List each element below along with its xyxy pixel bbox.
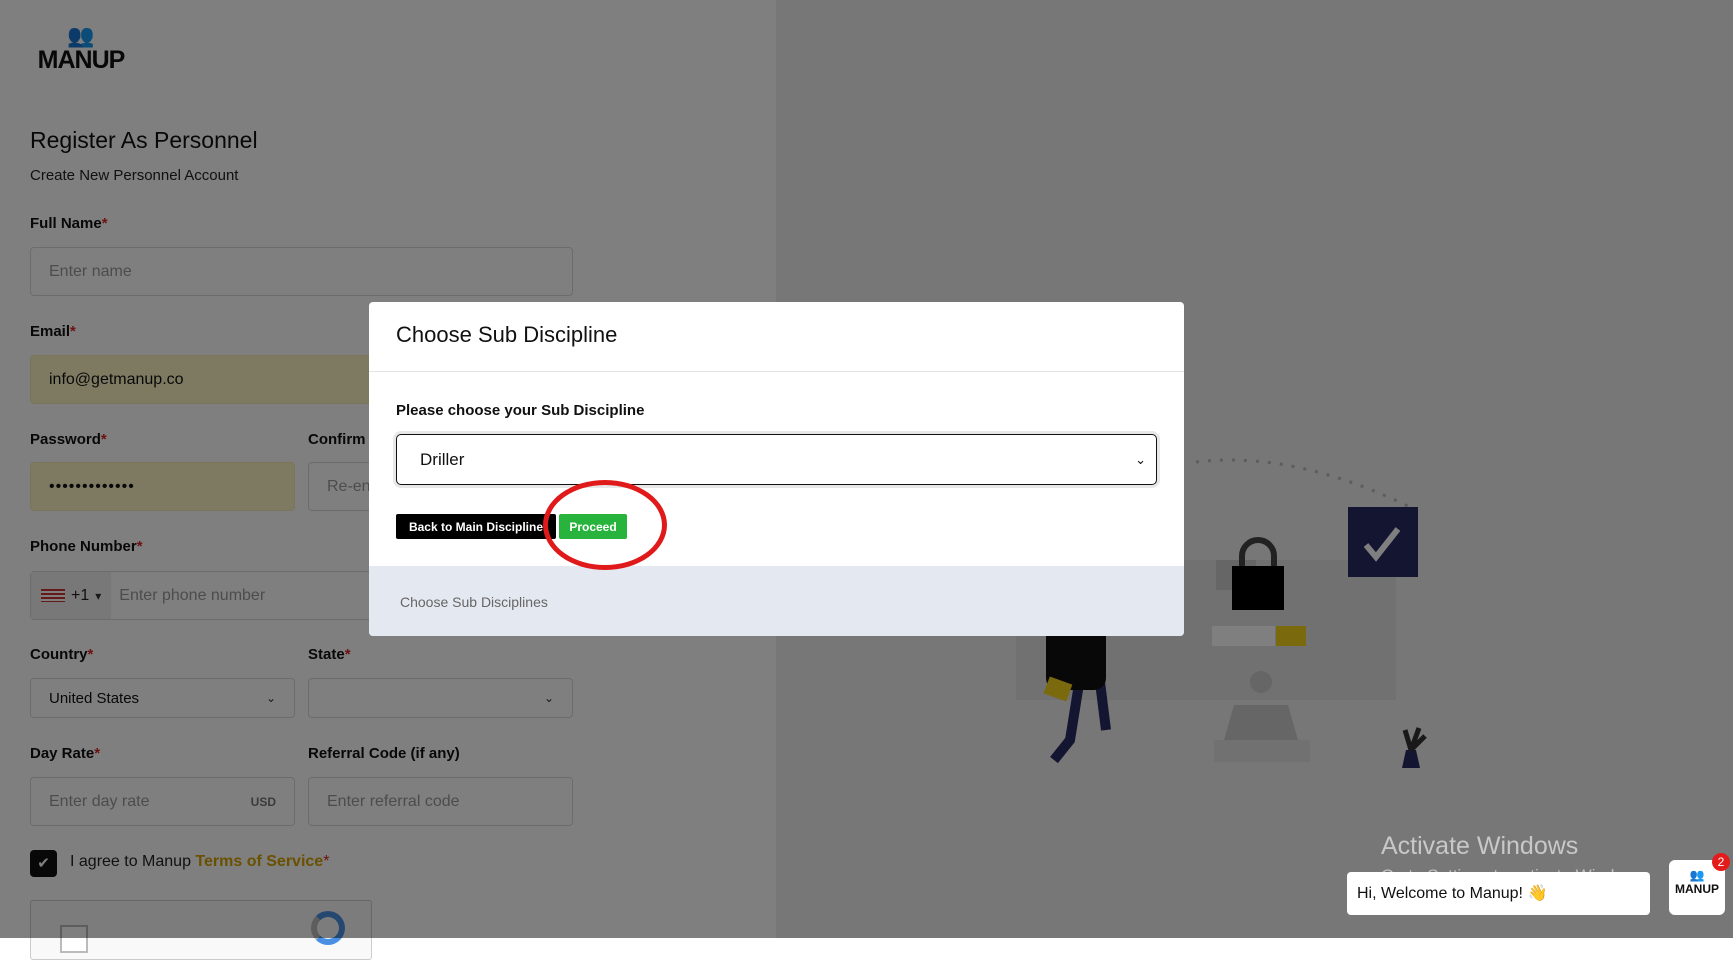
sub-discipline-select[interactable]: Driller ⌄ [396, 434, 1157, 485]
sub-discipline-label: Please choose your Sub Discipline [396, 402, 645, 419]
chat-welcome-bubble[interactable]: Hi, Welcome to Manup! 👋 [1347, 872, 1650, 915]
chevron-down-icon: ⌄ [1135, 451, 1146, 467]
activate-windows-title: Activate Windows [1381, 832, 1579, 860]
modal-title: Choose Sub Discipline [369, 302, 1184, 372]
modal-footer: Choose Sub Disciplines [369, 566, 1184, 636]
selected-sub-discipline: Driller [420, 449, 465, 469]
sub-discipline-modal: Choose Sub Discipline Please choose your… [369, 302, 1184, 636]
back-to-main-discipline-button[interactable]: Back to Main Discipline [396, 514, 556, 539]
notification-badge: 2 [1712, 853, 1730, 871]
red-highlight-circle [543, 480, 667, 570]
